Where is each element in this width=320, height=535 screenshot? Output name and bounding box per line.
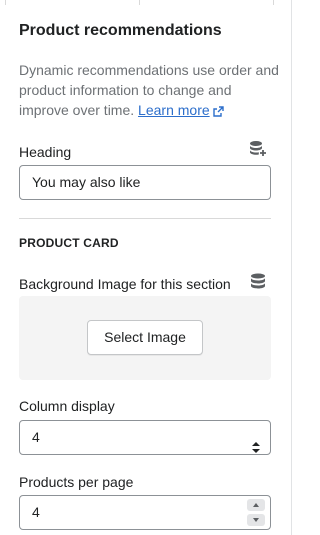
top-edge (0, 0, 292, 5)
heading-input[interactable]: You may also like (19, 165, 271, 200)
quantity-stepper[interactable] (247, 499, 265, 526)
select-image-button[interactable]: Select Image (87, 320, 203, 355)
stepper-down-icon[interactable] (247, 514, 265, 526)
panel-border (291, 0, 292, 535)
heading-label: Heading (19, 144, 72, 160)
products-per-page-value: 4 (32, 504, 40, 520)
section-divider (19, 218, 271, 219)
stepper-up-icon[interactable] (247, 499, 265, 511)
column-display-select[interactable]: 4 (19, 420, 271, 455)
column-display-label: Column display (19, 398, 115, 414)
select-arrows-icon (252, 432, 260, 465)
products-per-page-input[interactable]: 4 (19, 495, 271, 530)
section-description: Dynamic recommendations use order and pr… (19, 60, 281, 122)
dynamic-source-icon[interactable] (248, 140, 268, 163)
products-per-page-label: Products per page (19, 474, 134, 490)
background-image-label: Background Image for this section (19, 276, 231, 292)
column-display-value: 4 (32, 429, 40, 445)
section-title: Product recommendations (19, 22, 222, 39)
product-card-subheading: PRODUCT CARD (19, 236, 119, 250)
image-picker-area: Select Image (19, 296, 271, 380)
external-link-icon[interactable] (212, 102, 224, 122)
learn-more-link[interactable]: Learn more (138, 102, 210, 118)
database-icon[interactable] (250, 273, 266, 295)
